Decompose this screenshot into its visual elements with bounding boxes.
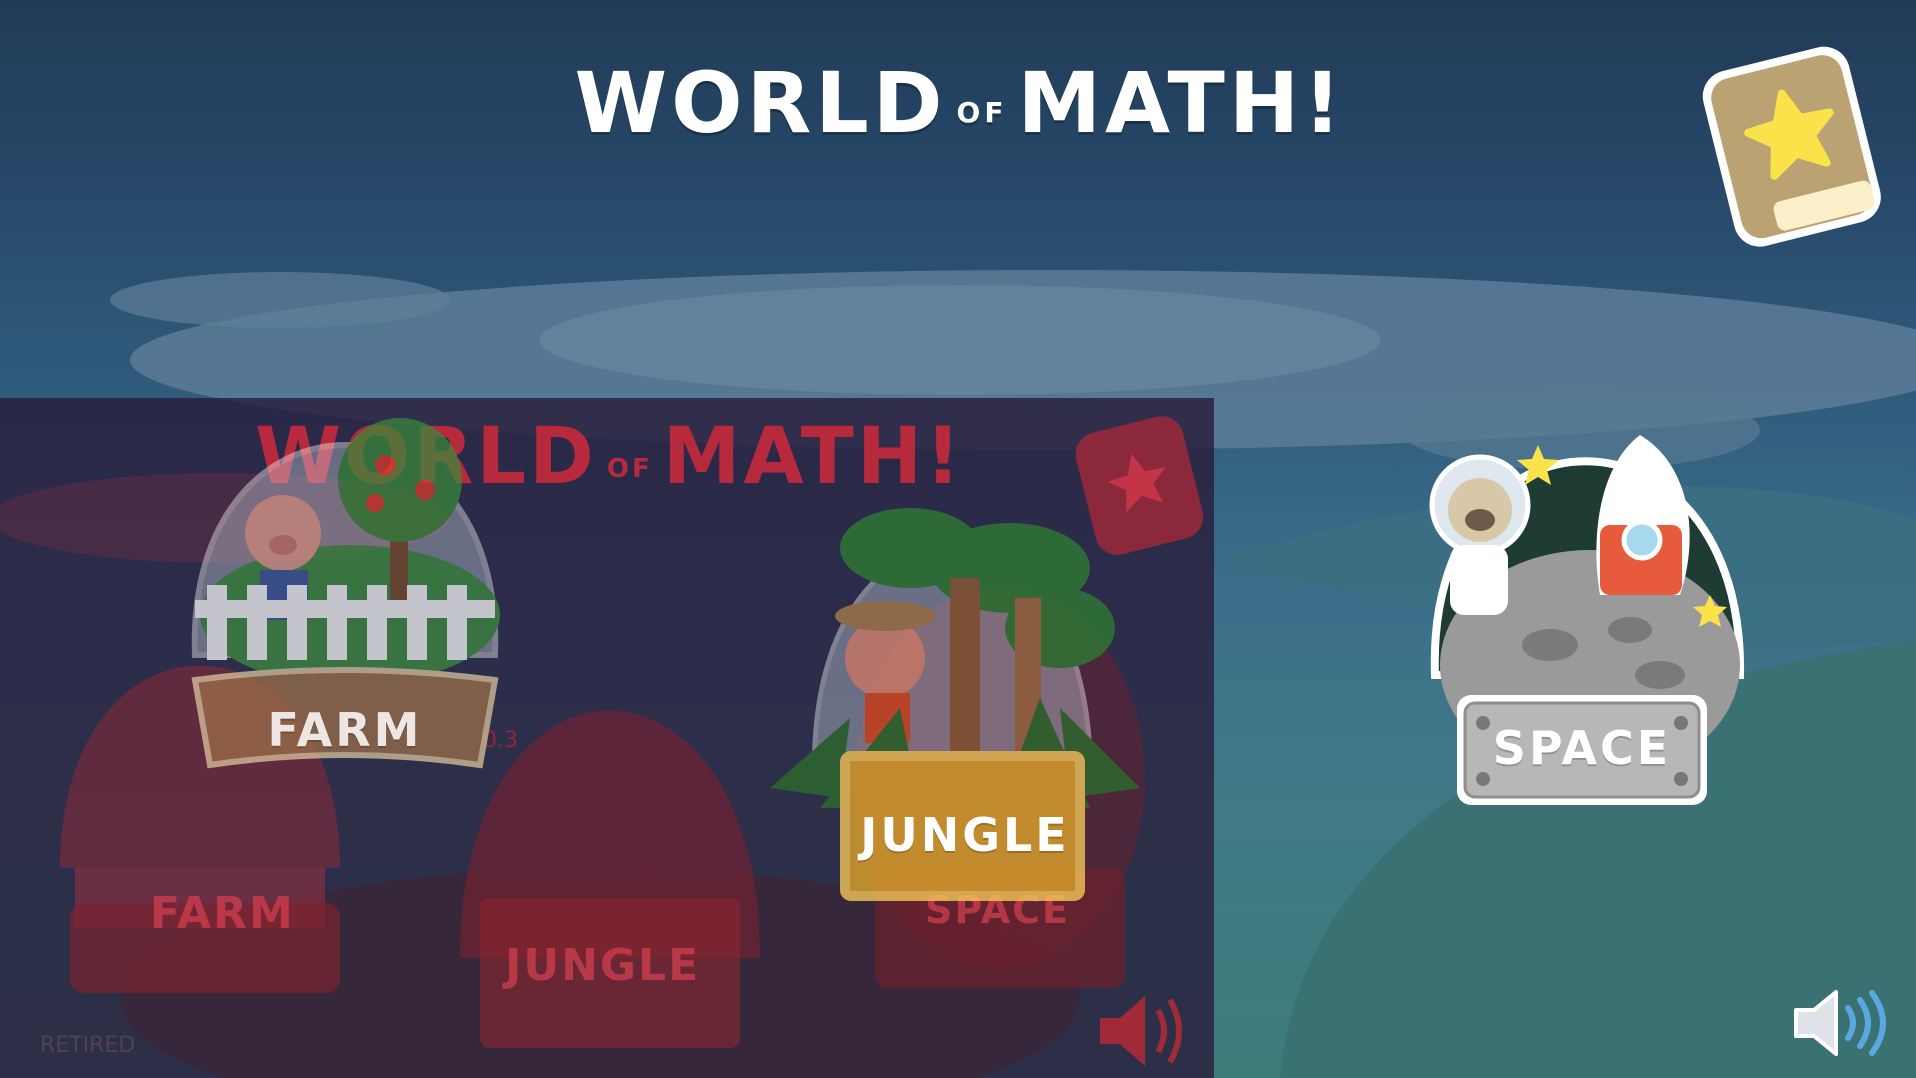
level-jungle-button[interactable]: JUNGLE bbox=[760, 488, 1160, 918]
sound-toggle-button[interactable] bbox=[1790, 988, 1890, 1058]
overlay-farm-label: FARM bbox=[150, 888, 295, 939]
sticker-book-button[interactable] bbox=[1698, 28, 1890, 258]
level-farm-label: FARM bbox=[267, 703, 423, 757]
title-world: WORLD bbox=[574, 54, 947, 152]
overlay-title-of: OF bbox=[606, 454, 653, 484]
title-math: MATH! bbox=[1017, 54, 1346, 152]
level-space-button[interactable]: SPACE bbox=[1420, 405, 1760, 825]
page-title: WORLD OF MATH! bbox=[575, 55, 1342, 145]
overlay-build-text: RETIRED bbox=[40, 1033, 136, 1058]
level-space-label: SPACE bbox=[1492, 721, 1672, 775]
level-jungle-label: JUNGLE bbox=[860, 808, 1070, 862]
overlay-jungle-label: JUNGLE bbox=[505, 940, 701, 991]
speaker-icon bbox=[1794, 990, 1886, 1056]
star-book-icon bbox=[1702, 46, 1881, 247]
level-farm-button[interactable]: FARM bbox=[175, 385, 515, 805]
overlay-title-math: MATH! bbox=[662, 412, 964, 502]
title-of: OF bbox=[956, 96, 1008, 129]
